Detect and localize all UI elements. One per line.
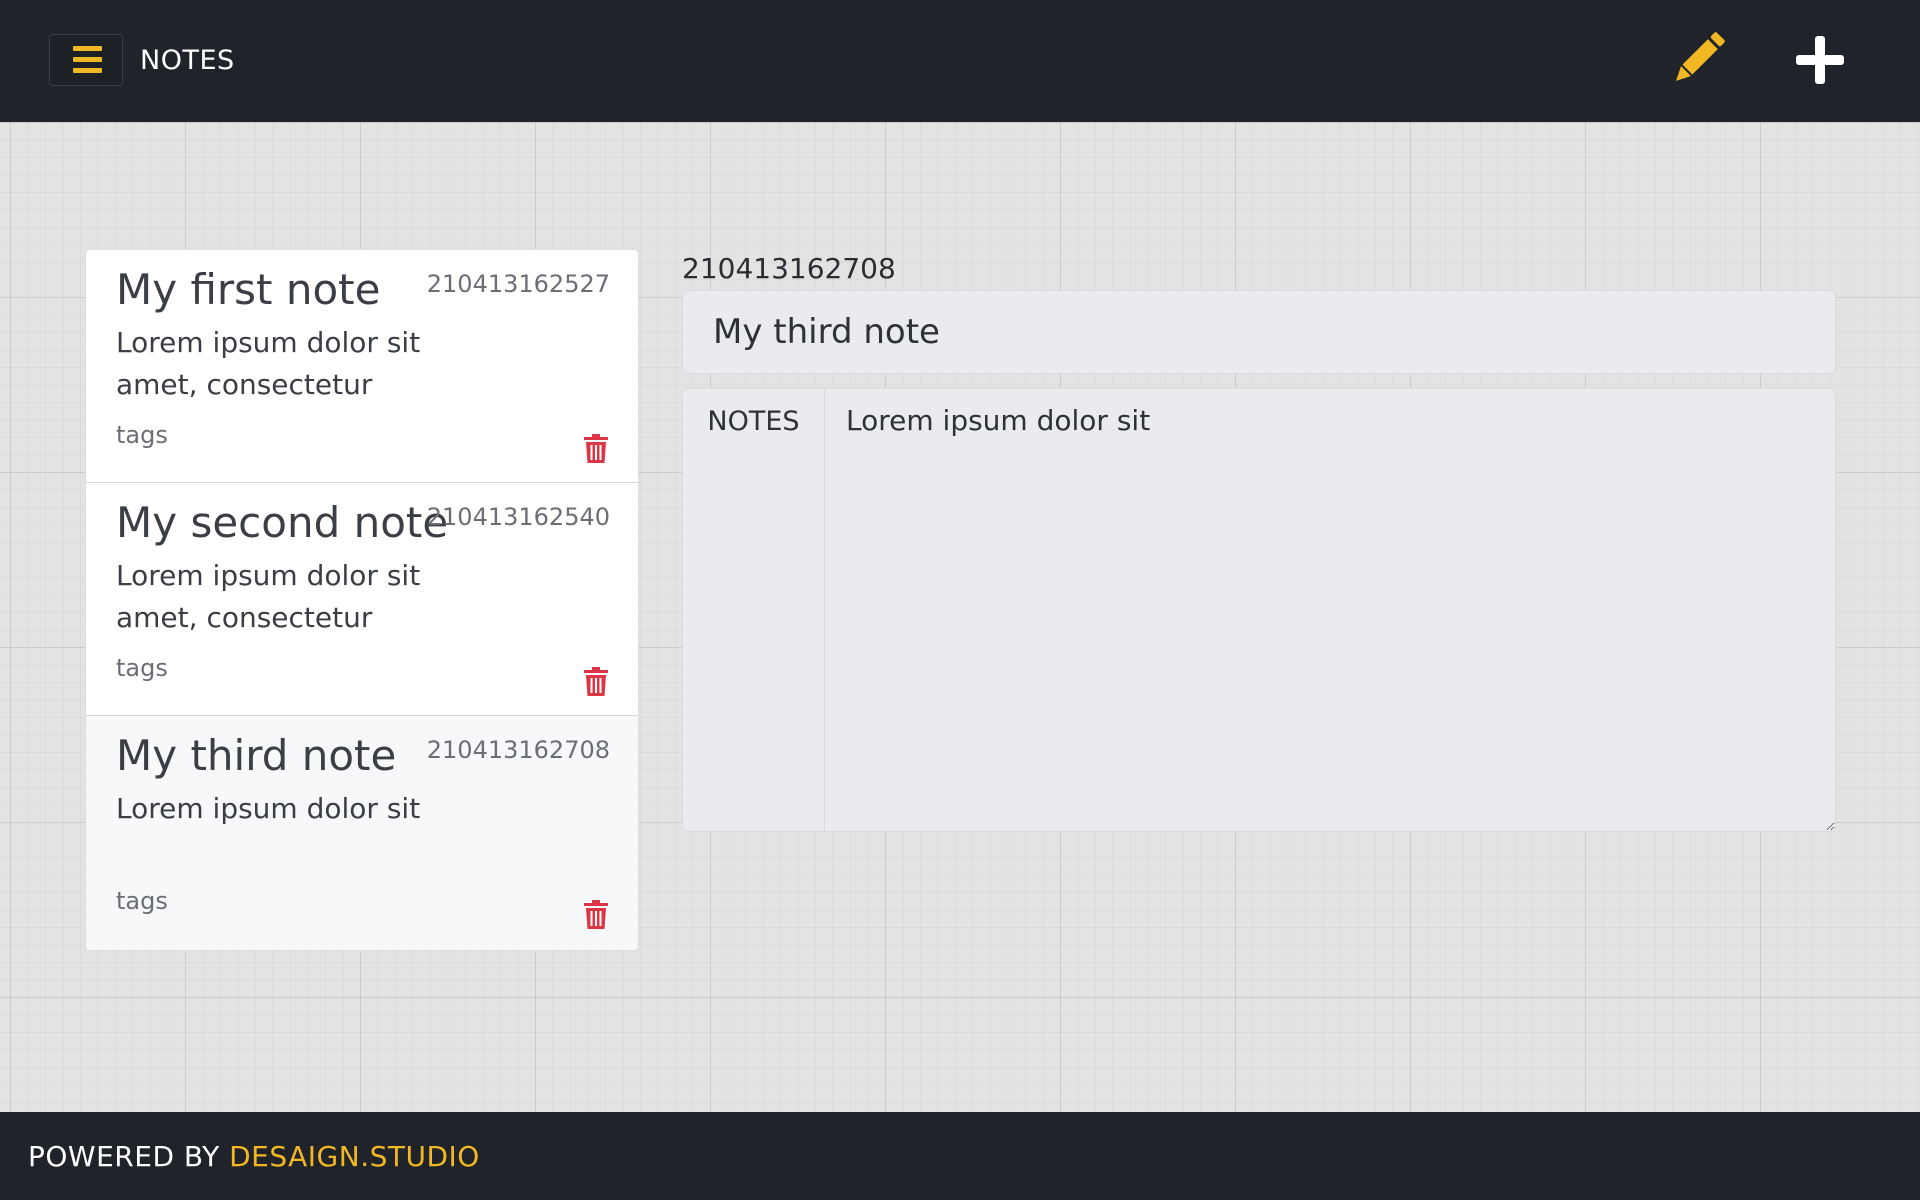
notes-input-group: NOTES Lorem ipsum dolor sit	[682, 388, 1836, 832]
app-title: NOTES	[140, 45, 235, 76]
edit-button[interactable]	[1665, 26, 1731, 92]
delete-note-button[interactable]	[583, 434, 609, 464]
pencil-icon	[1676, 32, 1725, 81]
hamburger-icon-bar	[73, 57, 102, 62]
note-preview: Lorem ipsum dolor sit	[116, 792, 421, 825]
menu-button[interactable]	[49, 34, 123, 86]
note-id: 210413162708	[426, 736, 610, 764]
note-id: 210413162540	[426, 503, 610, 531]
notes-textarea[interactable]: Lorem ipsum dolor sit	[826, 389, 1835, 831]
editor-note-id: 210413162708	[682, 252, 896, 285]
note-preview: Lorem ipsum dolor sit amet, consectetur	[116, 326, 421, 401]
top-navbar: NOTES	[0, 0, 1920, 122]
note-title: My second note	[116, 498, 449, 547]
trash-icon	[584, 667, 608, 696]
note-preview: Lorem ipsum dolor sit amet, consectetur	[116, 559, 421, 634]
plus-icon	[1796, 36, 1844, 84]
note-list: My first note 210413162527 Lorem ipsum d…	[85, 249, 639, 951]
hamburger-icon	[73, 46, 102, 51]
footer-prefix: POWERED BY	[28, 1140, 230, 1173]
note-title: My first note	[116, 265, 381, 314]
note-tags: tags	[116, 887, 168, 915]
note-tags: tags	[116, 654, 168, 682]
note-title-input[interactable]	[682, 290, 1836, 374]
trash-icon	[584, 900, 608, 929]
note-id: 210413162527	[426, 270, 610, 298]
note-card-selected[interactable]: My third note 210413162708 Lorem ipsum d…	[86, 716, 638, 950]
note-card[interactable]: My first note 210413162527 Lorem ipsum d…	[86, 250, 638, 483]
footer-brand-link[interactable]: DESAIGN.STUDIO	[229, 1140, 480, 1173]
delete-note-button[interactable]	[583, 900, 609, 930]
delete-note-button[interactable]	[583, 667, 609, 697]
footer-text: POWERED BY DESAIGN.STUDIO	[28, 1140, 480, 1174]
note-title: My third note	[116, 731, 397, 780]
note-tags: tags	[116, 421, 168, 449]
trash-icon	[584, 434, 608, 463]
hamburger-icon-bar	[73, 68, 102, 73]
note-card[interactable]: My second note 210413162540 Lorem ipsum …	[86, 483, 638, 716]
notes-label: NOTES	[683, 389, 825, 831]
footer: POWERED BY DESAIGN.STUDIO	[0, 1112, 1920, 1200]
add-note-button[interactable]	[1790, 30, 1850, 90]
